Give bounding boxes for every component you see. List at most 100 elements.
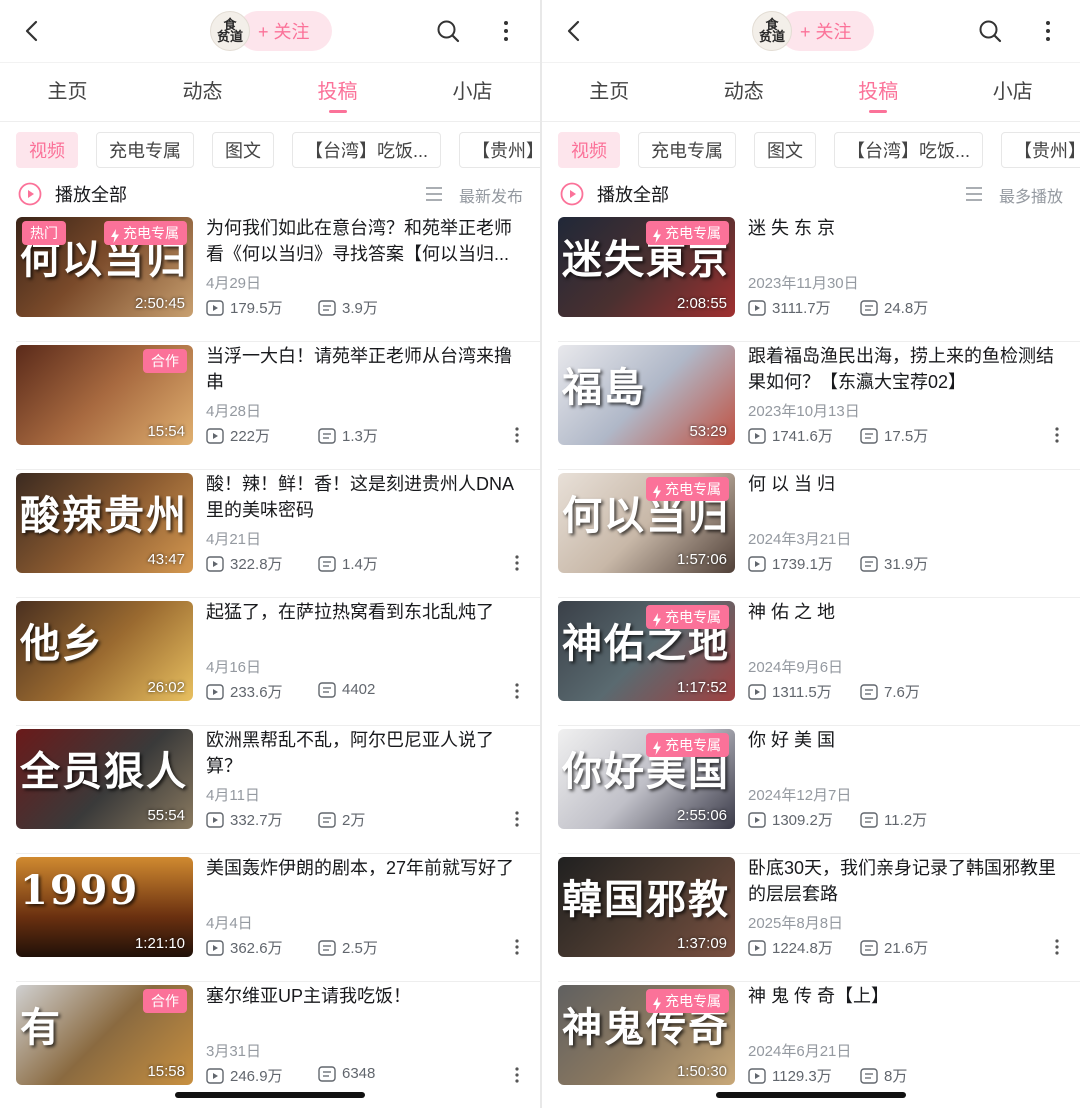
item-more-icon[interactable] xyxy=(514,426,520,444)
avatar[interactable]: 食 贫道 xyxy=(210,11,250,51)
view-count: 179.5万 xyxy=(206,297,283,318)
publish-date: 3月31日 xyxy=(206,1043,262,1060)
video-list-item[interactable]: 迷失東京 充电专属 2:08:55 迷 失 东 京 2023年11月30日 31… xyxy=(542,214,1080,342)
filter-chip[interactable]: 【贵州】 xyxy=(1001,132,1080,168)
tab-1[interactable]: 动态 xyxy=(135,63,270,121)
danmaku-count-value: 17.5万 xyxy=(884,428,929,445)
video-thumbnail[interactable]: 迷失東京 充电专属 2:08:55 xyxy=(558,217,735,317)
video-title[interactable]: 你 好 美 国 xyxy=(748,727,1064,753)
video-list-item[interactable]: 合作 15:54 当浮一大白！请苑举正老师从台湾来撸串 4月28日 222万 1… xyxy=(0,342,540,470)
video-thumbnail[interactable]: 全员狠人 55:54 xyxy=(16,729,193,829)
video-thumbnail[interactable]: 韓国邪教 1:37:09 xyxy=(558,857,735,957)
bolt-icon xyxy=(652,738,662,755)
video-list-item[interactable]: 韓国邪教 1:37:09 卧底30天，我们亲身记录了韩国邪教里的层层套路 202… xyxy=(542,854,1080,982)
video-thumbnail[interactable]: 神佑之地 充电专属 1:17:52 xyxy=(558,601,735,701)
video-title[interactable]: 何 以 当 归 xyxy=(748,471,1064,497)
video-list-item[interactable]: 何以当归 热门 充电专属 2:50:45 为何我们如此在意台湾？和苑举正老师看《何… xyxy=(0,214,540,342)
video-title[interactable]: 为何我们如此在意台湾？和苑举正老师看《何以当归》寻找答案【何以当归... xyxy=(206,215,524,267)
item-more-icon[interactable] xyxy=(514,810,520,828)
tab-2[interactable]: 投稿 xyxy=(270,63,405,121)
video-thumbnail[interactable]: 合作 15:54 xyxy=(16,345,193,445)
video-title[interactable]: 当浮一大白！请苑举正老师从台湾来撸串 xyxy=(206,343,524,395)
play-all-button[interactable]: 播放全部 xyxy=(55,181,127,207)
video-duration: 1:50:30 xyxy=(676,1063,727,1080)
video-list-item[interactable]: 他乡 26:02 起猛了，在萨拉热窝看到东北乱炖了 4月16日 233.6万 4… xyxy=(0,598,540,726)
profile-tabs: 主页 动态 投稿 小店 xyxy=(0,62,540,122)
filter-chip[interactable]: 【台湾】吃饭... xyxy=(292,132,442,168)
video-list-item[interactable]: 全员狠人 55:54 欧洲黑帮乱不乱，阿尔巴尼亚人说了算？ 4月11日 332.… xyxy=(0,726,540,854)
filter-chip[interactable]: 充电专属 xyxy=(96,132,194,168)
sort-button[interactable]: 最新发布 xyxy=(459,183,523,207)
search-icon[interactable] xyxy=(978,19,1002,43)
item-more-icon[interactable] xyxy=(514,938,520,956)
video-title[interactable]: 塞尔维亚UP主请我吃饭！ xyxy=(206,983,524,1009)
video-thumbnail[interactable]: 1999 1:21:10 xyxy=(16,857,193,957)
tab-0[interactable]: 主页 xyxy=(0,63,135,121)
tab-2[interactable]: 投稿 xyxy=(811,63,946,121)
view-count-value: 362.6万 xyxy=(230,940,283,957)
avatar[interactable]: 食 贫道 xyxy=(752,11,792,51)
video-title[interactable]: 跟着福岛渔民出海，捞上来的鱼检测结果如何？【东瀛大宝荐02】 xyxy=(748,343,1064,395)
video-title[interactable]: 卧底30天，我们亲身记录了韩国邪教里的层层套路 xyxy=(748,855,1064,907)
video-title[interactable]: 酸！辣！鲜！香！这是刻进贵州人DNA里的美味密码 xyxy=(206,471,524,523)
back-icon[interactable] xyxy=(22,19,44,43)
video-thumbnail[interactable]: 福島 53:29 xyxy=(558,345,735,445)
search-icon[interactable] xyxy=(436,19,460,43)
item-more-icon[interactable] xyxy=(514,1066,520,1084)
video-list-item[interactable]: 何以当归 充电专属 1:57:06 何 以 当 归 2024年3月21日 173… xyxy=(542,470,1080,598)
play-all-button[interactable]: 播放全部 xyxy=(597,181,669,207)
video-list-item[interactable]: 你好美国 充电专属 2:55:06 你 好 美 国 2024年12月7日 130… xyxy=(542,726,1080,854)
video-thumbnail[interactable]: 他乡 26:02 xyxy=(16,601,193,701)
follow-button[interactable]: + 关注 xyxy=(238,11,332,51)
item-more-icon[interactable] xyxy=(1054,938,1060,956)
video-title[interactable]: 欧洲黑帮乱不乱，阿尔巴尼亚人说了算？ xyxy=(206,727,524,779)
video-title[interactable]: 美国轰炸伊朗的剧本，27年前就写好了 xyxy=(206,855,524,881)
play-all-icon[interactable] xyxy=(560,182,584,206)
item-more-icon[interactable] xyxy=(514,554,520,572)
play-all-icon[interactable] xyxy=(18,182,42,206)
video-list-item[interactable]: 有 合作 15:58 塞尔维亚UP主请我吃饭！ 3月31日 246.9万 634… xyxy=(0,982,540,1108)
video-list-item[interactable]: 1999 1:21:10 美国轰炸伊朗的剧本，27年前就写好了 4月4日 362… xyxy=(0,854,540,982)
item-more-icon[interactable] xyxy=(514,682,520,700)
video-thumbnail[interactable]: 何以当归 热门 充电专属 2:50:45 xyxy=(16,217,193,317)
video-thumbnail[interactable]: 何以当归 充电专属 1:57:06 xyxy=(558,473,735,573)
view-count-value: 1739.1万 xyxy=(772,556,833,573)
video-thumbnail[interactable]: 神鬼传奇 充电专属 1:50:30 xyxy=(558,985,735,1085)
back-icon[interactable] xyxy=(564,19,586,43)
video-title[interactable]: 神 鬼 传 奇【上】 xyxy=(748,983,1064,1009)
sort-button[interactable]: 最多播放 xyxy=(999,183,1063,207)
tab-3[interactable]: 小店 xyxy=(946,63,1080,121)
filter-chip[interactable]: 视频 xyxy=(16,132,78,168)
tab-3[interactable]: 小店 xyxy=(405,63,540,121)
filter-chip[interactable]: 图文 xyxy=(754,132,816,168)
video-thumbnail[interactable]: 酸辣贵州 43:47 xyxy=(16,473,193,573)
follow-button[interactable]: + 关注 xyxy=(780,11,874,51)
sort-icon[interactable] xyxy=(965,186,983,202)
video-thumbnail[interactable]: 你好美国 充电专属 2:55:06 xyxy=(558,729,735,829)
view-count: 246.9万 xyxy=(206,1065,283,1086)
item-more-icon[interactable] xyxy=(1054,426,1060,444)
filter-chip[interactable]: 图文 xyxy=(212,132,274,168)
danmaku-count-value: 7.6万 xyxy=(884,684,920,701)
tab-1[interactable]: 动态 xyxy=(677,63,812,121)
video-list-item[interactable]: 神佑之地 充电专属 1:17:52 神 佑 之 地 2024年9月6日 1311… xyxy=(542,598,1080,726)
video-thumbnail[interactable]: 有 合作 15:58 xyxy=(16,985,193,1085)
filter-chip[interactable]: 【台湾】吃饭... xyxy=(834,132,984,168)
sort-icon[interactable] xyxy=(425,186,443,202)
video-list-item[interactable]: 神鬼传奇 充电专属 1:50:30 神 鬼 传 奇【上】 2024年6月21日 … xyxy=(542,982,1080,1108)
danmaku-count: 8万 xyxy=(860,1065,907,1086)
filter-chip[interactable]: 【贵州】 xyxy=(459,132,540,168)
tab-0[interactable]: 主页 xyxy=(542,63,677,121)
filter-chip[interactable]: 视频 xyxy=(558,132,620,168)
badge-label: 充电专属 xyxy=(665,481,721,497)
video-list-item[interactable]: 福島 53:29 跟着福岛渔民出海，捞上来的鱼检测结果如何？【东瀛大宝荐02】 … xyxy=(542,342,1080,470)
danmaku-icon xyxy=(318,1065,336,1082)
filter-chip[interactable]: 充电专属 xyxy=(638,132,736,168)
video-title[interactable]: 神 佑 之 地 xyxy=(748,599,1064,625)
more-icon[interactable] xyxy=(1040,19,1056,43)
view-count-value: 246.9万 xyxy=(230,1068,283,1085)
video-title[interactable]: 起猛了，在萨拉热窝看到东北乱炖了 xyxy=(206,599,524,625)
video-list-item[interactable]: 酸辣贵州 43:47 酸！辣！鲜！香！这是刻进贵州人DNA里的美味密码 4月21… xyxy=(0,470,540,598)
more-icon[interactable] xyxy=(498,19,514,43)
video-title[interactable]: 迷 失 东 京 xyxy=(748,215,1064,241)
